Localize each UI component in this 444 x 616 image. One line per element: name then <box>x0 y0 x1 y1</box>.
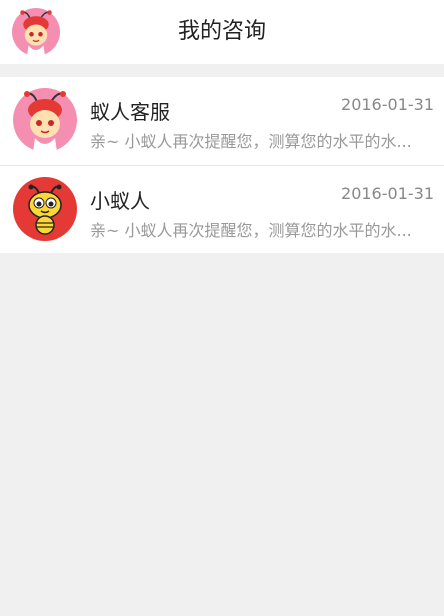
conversation-date: 2016-01-31 <box>341 95 434 114</box>
conversation-item[interactable]: 蚁人客服 2016-01-31 亲~ 小蚁人再次提醒您，测算您的水平的水... <box>0 77 444 165</box>
conversation-name: 小蚁人 <box>90 189 150 213</box>
conversation-preview: 亲~ 小蚁人再次提醒您，测算您的水平的水... <box>90 221 412 240</box>
ant-mascot-avatar-icon <box>13 177 77 241</box>
ant-girl-avatar-icon <box>13 88 77 152</box>
top-bar: 我的咨询 <box>0 0 444 64</box>
conversation-list: 蚁人客服 2016-01-31 亲~ 小蚁人再次提醒您，测算您的水平的水... <box>0 77 444 253</box>
conversation-preview: 亲~ 小蚁人再次提醒您，测算您的水平的水... <box>90 132 412 151</box>
conversation-name: 蚁人客服 <box>90 100 170 124</box>
page-title: 我的咨询 <box>177 19 266 44</box>
conversation-date: 2016-01-31 <box>341 184 434 203</box>
conversation-item[interactable]: 小蚁人 2016-01-31 亲~ 小蚁人再次提醒您，测算您的水平的水... <box>0 165 444 253</box>
